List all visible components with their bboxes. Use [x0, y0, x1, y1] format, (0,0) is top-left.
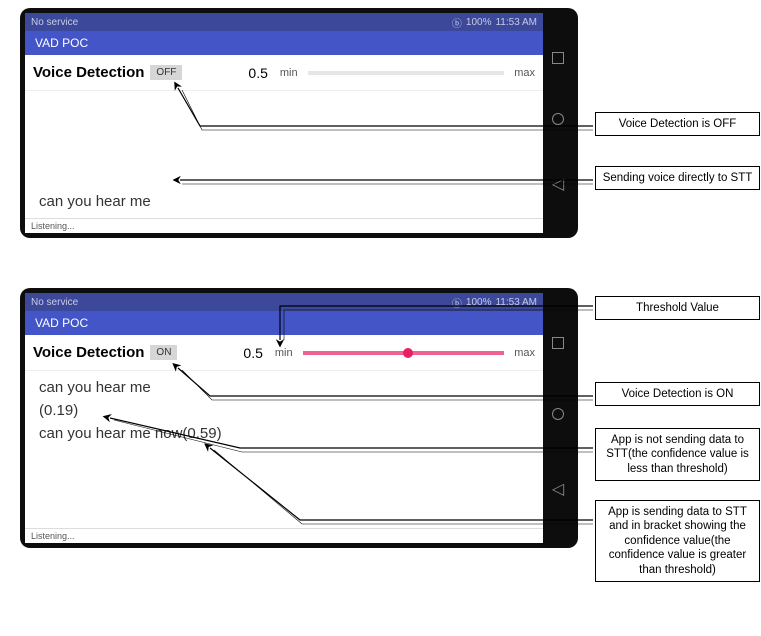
annot-vd-off: Voice Detection is OFF	[595, 112, 760, 136]
annot-threshold: Threshold Value	[595, 296, 760, 320]
listening-status: Listening...	[25, 218, 543, 233]
min-label: min	[280, 67, 298, 79]
recents-icon[interactable]	[552, 52, 564, 64]
voice-detection-label: Voice Detection	[33, 344, 144, 361]
listening-status: Listening...	[25, 528, 543, 543]
clock: 11:53 AM	[495, 297, 537, 308]
clock: 11:53 AM	[495, 17, 537, 28]
transcript-line: can you hear me	[39, 193, 529, 210]
min-label: min	[275, 347, 293, 359]
screen-off: No service ⓑ 100% 11:53 AM VAD POC Voice…	[25, 13, 543, 233]
bluetooth-icon: ⓑ	[452, 15, 462, 30]
voice-detection-label: Voice Detection	[33, 64, 144, 81]
controls-row: Voice Detection OFF 0.5 min max	[25, 55, 543, 91]
recents-icon[interactable]	[552, 337, 564, 349]
home-icon[interactable]	[552, 408, 564, 420]
app-bar: VAD POC	[25, 31, 543, 55]
home-icon[interactable]	[552, 113, 564, 125]
slider-thumb[interactable]	[403, 348, 413, 358]
status-right: ⓑ 100% 11:53 AM	[452, 15, 537, 30]
battery-pct: 100%	[466, 297, 492, 308]
threshold-slider[interactable]	[303, 351, 505, 355]
transcript-with-confidence: can you hear me now(0.59)	[39, 425, 529, 442]
threshold-slider-inactive[interactable]	[308, 71, 505, 75]
max-label: max	[514, 67, 535, 79]
section-on: No service ⓑ 100% 11:53 AM VAD POC Voice…	[0, 288, 760, 588]
transcript-line: can you hear me	[39, 379, 529, 396]
annot-vd-on: Voice Detection is ON	[595, 382, 760, 406]
phone-frame-on: No service ⓑ 100% 11:53 AM VAD POC Voice…	[20, 288, 578, 548]
annot-high-conf: App is sending data to STT and in bracke…	[595, 500, 760, 582]
status-bar: No service ⓑ 100% 11:53 AM	[25, 293, 543, 311]
bluetooth-icon: ⓑ	[452, 295, 462, 310]
nav-bar: ◁	[543, 293, 573, 543]
battery-pct: 100%	[466, 17, 492, 28]
threshold-value: 0.5	[243, 345, 262, 361]
nav-bar: ◁	[543, 13, 573, 233]
phone-frame-off: No service ⓑ 100% 11:53 AM VAD POC Voice…	[20, 8, 578, 238]
back-icon[interactable]: ◁	[552, 479, 564, 499]
max-label: max	[514, 347, 535, 359]
section-off: No service ⓑ 100% 11:53 AM VAD POC Voice…	[0, 8, 760, 248]
transcript-area: can you hear me (0.19) can you hear me n…	[25, 371, 543, 528]
app-bar: VAD POC	[25, 311, 543, 335]
controls-row: Voice Detection ON 0.5 min max	[25, 335, 543, 371]
threshold-value: 0.5	[248, 65, 267, 81]
back-icon[interactable]: ◁	[552, 174, 564, 194]
status-carrier: No service	[31, 17, 78, 28]
annot-direct-stt: Sending voice directly to STT	[595, 166, 760, 190]
transcript-area: can you hear me	[25, 91, 543, 218]
status-carrier: No service	[31, 297, 78, 308]
app-title: VAD POC	[35, 36, 88, 50]
toggle-off-button[interactable]: OFF	[150, 65, 182, 80]
annot-low-conf: App is not sending data to STT(the confi…	[595, 428, 760, 481]
app-title: VAD POC	[35, 316, 88, 330]
screen-on: No service ⓑ 100% 11:53 AM VAD POC Voice…	[25, 293, 543, 543]
status-right: ⓑ 100% 11:53 AM	[452, 295, 537, 310]
status-bar: No service ⓑ 100% 11:53 AM	[25, 13, 543, 31]
confidence-low: (0.19)	[39, 402, 529, 419]
toggle-on-button[interactable]: ON	[150, 345, 177, 360]
